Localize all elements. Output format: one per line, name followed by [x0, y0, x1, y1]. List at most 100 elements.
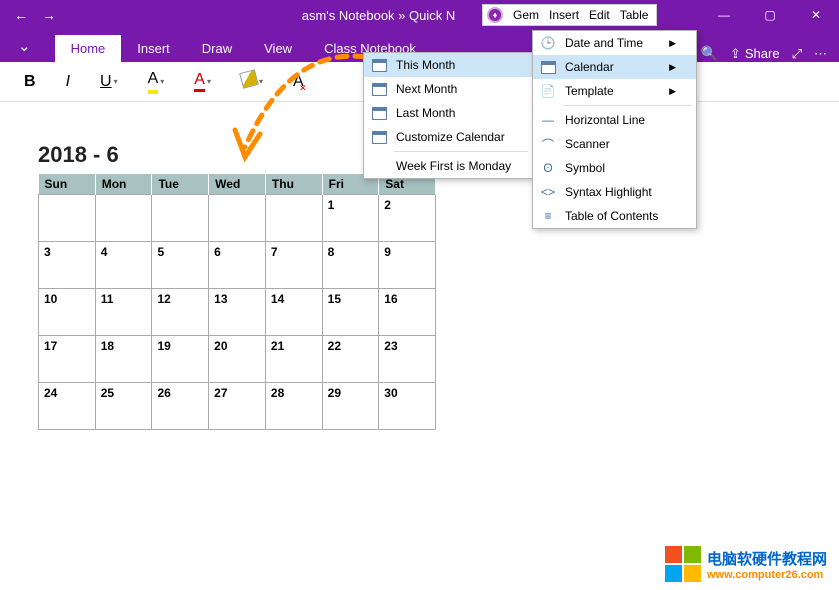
maximize-button[interactable]: ▢ — [747, 0, 793, 30]
share-button[interactable]: ⇪ Share — [730, 46, 780, 62]
fill-button[interactable]: ▾ — [241, 71, 263, 92]
calendar-icon — [370, 56, 388, 74]
gem-menu-item[interactable]: Gem — [513, 8, 539, 22]
sym-icon: ʘ — [539, 159, 557, 177]
menu-item[interactable]: Last Month — [364, 101, 532, 125]
calendar-cell[interactable]: 29 — [322, 383, 379, 430]
tab-insert[interactable]: Insert — [121, 35, 186, 62]
calendar-cell[interactable]: 4 — [95, 242, 152, 289]
menu-item[interactable]: This Month — [364, 53, 532, 77]
menu-item[interactable]: <>Syntax Highlight — [533, 180, 696, 204]
bold-button[interactable]: B — [24, 73, 36, 91]
calendar-row: 24252627282930 — [39, 383, 436, 430]
calendar-cell[interactable]: 18 — [95, 336, 152, 383]
calendar-cell[interactable]: 23 — [379, 336, 436, 383]
share-icon: ⇪ — [730, 46, 741, 62]
calendar-cell[interactable]: 13 — [209, 289, 266, 336]
clear-format-button[interactable]: A — [293, 73, 304, 91]
calendar-day-header: Mon — [95, 174, 152, 195]
scan-icon: ⌒ — [539, 135, 557, 153]
font-color-button[interactable]: A▾ — [194, 71, 211, 92]
calendar-cell[interactable]: 27 — [209, 383, 266, 430]
calendar-cell[interactable] — [152, 195, 209, 242]
line-icon: — — [539, 111, 557, 129]
calendar-cell[interactable]: 10 — [39, 289, 96, 336]
close-button[interactable]: ✕ — [793, 0, 839, 30]
calendar-cell[interactable]: 22 — [322, 336, 379, 383]
more-icon[interactable]: ⋯ — [814, 46, 827, 62]
calendar-cell[interactable]: 17 — [39, 336, 96, 383]
fullscreen-icon[interactable]: ⤢ — [792, 46, 802, 62]
menu-item[interactable]: ⌒Scanner — [533, 132, 696, 156]
calendar-cell[interactable]: 19 — [152, 336, 209, 383]
calendar-cell[interactable]: 21 — [265, 336, 322, 383]
calendar-cell[interactable]: 26 — [152, 383, 209, 430]
calendar-cell[interactable]: 2 — [379, 195, 436, 242]
tab-view[interactable]: View — [248, 35, 308, 62]
calendar-row: 10111213141516 — [39, 289, 436, 336]
menu-item[interactable]: 📄Template▶ — [533, 79, 696, 103]
minimize-button[interactable]: — — [701, 0, 747, 30]
gem-menu-item[interactable]: Insert — [549, 8, 579, 22]
watermark-text2: www.computer26.com — [707, 569, 827, 581]
menu-item-week-first[interactable]: Week First is Monday — [364, 154, 532, 178]
submenu-arrow-icon: ▶ — [669, 86, 676, 97]
calendar-cell[interactable]: 15 — [322, 289, 379, 336]
submenu-arrow-icon: ▶ — [669, 62, 676, 73]
tab-home[interactable]: Home — [55, 35, 122, 62]
calendar-cell[interactable]: 14 — [265, 289, 322, 336]
calendar-cell[interactable]: 1 — [322, 195, 379, 242]
menu-item[interactable]: 🕒Date and Time▶ — [533, 31, 696, 55]
menu-item[interactable]: ʘSymbol — [533, 156, 696, 180]
calendar-day-header: Thu — [265, 174, 322, 195]
calendar-day-header: Wed — [209, 174, 266, 195]
underline-button[interactable]: U▾ — [100, 73, 118, 91]
menu-item[interactable]: —Horizontal Line — [533, 108, 696, 132]
gem-icon: ♦ — [487, 7, 503, 23]
calendar-cell[interactable]: 30 — [379, 383, 436, 430]
ribbon-collapse-icon[interactable]: ⌄ — [18, 37, 31, 55]
calendar-cell[interactable]: 8 — [322, 242, 379, 289]
nav-forward-icon[interactable]: → — [42, 7, 56, 23]
italic-button[interactable]: I — [66, 73, 70, 91]
title-bar: ← → asm's Notebook » Quick N — ▢ ✕ — [0, 0, 839, 30]
menu-separator — [563, 105, 692, 106]
menu-item[interactable]: Next Month — [364, 77, 532, 101]
calendar-day-header: Sun — [39, 174, 96, 195]
calendar-cell[interactable]: 24 — [39, 383, 96, 430]
insert-submenu: 🕒Date and Time▶Calendar▶📄Template▶ —Horiz… — [532, 30, 697, 229]
calendar-cell[interactable] — [265, 195, 322, 242]
calendar-cell[interactable]: 7 — [265, 242, 322, 289]
calendar-cell[interactable]: 25 — [95, 383, 152, 430]
clock-icon: 🕒 — [539, 34, 557, 52]
calendar-cell[interactable] — [39, 195, 96, 242]
calendar-cell[interactable]: 12 — [152, 289, 209, 336]
gem-menu-item[interactable]: Edit — [589, 8, 610, 22]
calendar-row: 12 — [39, 195, 436, 242]
menu-item[interactable]: Calendar▶ — [533, 55, 696, 79]
calendar-icon — [370, 128, 388, 146]
menu-item[interactable]: ≡Table of Contents — [533, 204, 696, 228]
tab-draw[interactable]: Draw — [186, 35, 248, 62]
calendar-cell[interactable]: 6 — [209, 242, 266, 289]
calendar-cell[interactable]: 3 — [39, 242, 96, 289]
highlight-button[interactable]: A▾ — [148, 70, 165, 94]
calendar-cell[interactable] — [95, 195, 152, 242]
menu-separator — [394, 151, 528, 152]
calendar-cell[interactable]: 9 — [379, 242, 436, 289]
calendar-cell[interactable] — [209, 195, 266, 242]
calendar-cell[interactable]: 28 — [265, 383, 322, 430]
calendar-cell[interactable]: 5 — [152, 242, 209, 289]
calendar-icon — [370, 104, 388, 122]
watermark: 电脑软硬件教程网 www.computer26.com — [665, 546, 827, 582]
toc-icon: ≡ — [539, 207, 557, 225]
calendar-cell[interactable]: 11 — [95, 289, 152, 336]
calendar-row: 3456789 — [39, 242, 436, 289]
calendar-cell[interactable]: 20 — [209, 336, 266, 383]
calendar-cell[interactable]: 16 — [379, 289, 436, 336]
nav-back-icon[interactable]: ← — [14, 7, 28, 23]
gem-menu-item[interactable]: Table — [620, 8, 649, 22]
menu-item[interactable]: Customize Calendar — [364, 125, 532, 149]
watermark-text1: 电脑软硬件教程网 — [707, 548, 827, 569]
search-icon[interactable]: 🔍 — [701, 45, 718, 62]
